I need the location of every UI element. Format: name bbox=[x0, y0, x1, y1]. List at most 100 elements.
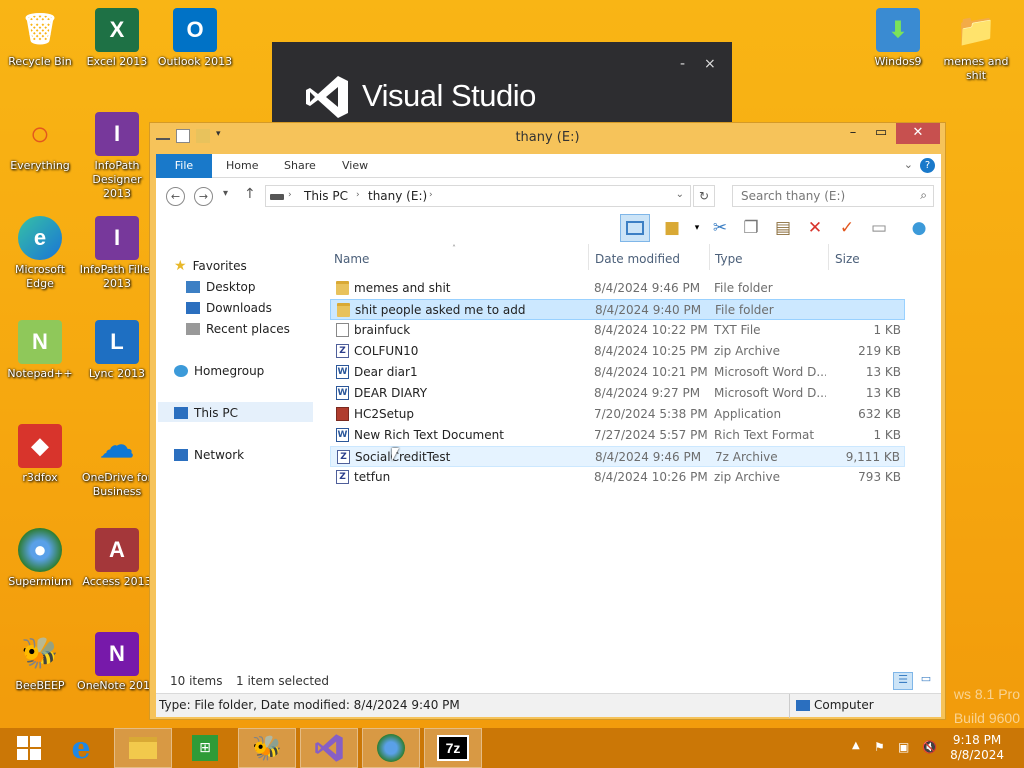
address-box[interactable]: › This PC › thany (E:) › ⌄ bbox=[265, 185, 691, 207]
desktop-icon-excel[interactable]: X Excel 2013 bbox=[77, 8, 157, 69]
breadcrumb-chevron-icon[interactable]: › bbox=[356, 190, 360, 200]
large-icons-view-icon[interactable]: ▭ bbox=[917, 672, 935, 690]
cut-icon[interactable]: ✂ bbox=[709, 217, 731, 239]
desktop-icon-r3dfox[interactable]: ◆ r3dfox bbox=[0, 424, 80, 485]
taskbar-file-explorer[interactable] bbox=[114, 728, 172, 768]
desktop-icon-onenote[interactable]: N OneNote 2013 bbox=[77, 632, 157, 693]
taskbar-visual-studio[interactable] bbox=[300, 728, 358, 768]
minimize-button[interactable]: – bbox=[839, 123, 867, 144]
desktop-icon-infopath-designer[interactable]: I InfoPath Designer 2013 bbox=[77, 112, 157, 201]
column-header-name[interactable]: Name bbox=[334, 252, 369, 266]
delete-icon[interactable]: ✕ bbox=[804, 217, 826, 239]
tab-share[interactable]: Share bbox=[270, 154, 330, 178]
column-header-date[interactable]: Date modified bbox=[595, 252, 680, 266]
recent-locations-chevron-icon[interactable]: ▾ bbox=[223, 188, 228, 199]
file-row[interactable]: Z tetfun 8/4/2024 10:26 PM zip Archive 7… bbox=[330, 467, 905, 488]
file-row-selected[interactable]: shit people asked me to add 8/4/2024 9:4… bbox=[330, 299, 905, 320]
close-button[interactable]: ✕ bbox=[896, 123, 940, 144]
search-input[interactable]: Search thany (E:) ⌕ bbox=[732, 185, 934, 207]
column-divider[interactable] bbox=[709, 244, 710, 270]
refresh-button[interactable]: ↻ bbox=[693, 185, 715, 207]
preview-pane-icon[interactable] bbox=[620, 214, 650, 242]
expand-ribbon-icon[interactable]: ⌄ bbox=[904, 158, 913, 171]
details-view-icon[interactable]: ☰ bbox=[893, 672, 913, 690]
taskbar-internet-explorer[interactable]: e bbox=[52, 728, 110, 768]
nav-item-recent-places[interactable]: Recent places bbox=[186, 320, 290, 338]
column-divider[interactable] bbox=[588, 244, 589, 270]
desktop-icon-supermium[interactable]: ● Supermium bbox=[0, 528, 80, 589]
homegroup-icon bbox=[174, 365, 188, 377]
network-globe-icon[interactable]: ● bbox=[908, 217, 930, 239]
file-row[interactable]: W DEAR DIARY 8/4/2024 9:27 PM Microsoft … bbox=[330, 383, 905, 404]
column-header-size[interactable]: Size bbox=[835, 252, 860, 266]
desktop-icon-lync[interactable]: L Lync 2013 bbox=[77, 320, 157, 381]
windows-watermark-build: Build 9600 bbox=[953, 710, 1020, 726]
nav-item-this-pc[interactable]: This PC bbox=[174, 404, 238, 422]
clock[interactable]: 9:18 PM 8/8/2024 bbox=[950, 733, 1004, 763]
tab-home[interactable]: Home bbox=[212, 154, 272, 178]
desktop-icon-access[interactable]: A Access 2013 bbox=[77, 528, 157, 589]
file-row[interactable]: W Dear diar1 8/4/2024 10:21 PM Microsoft… bbox=[330, 362, 905, 383]
tab-file[interactable]: File bbox=[156, 154, 212, 178]
taskbar-beebeep[interactable]: 🐝 bbox=[238, 728, 296, 768]
desktop-icon-infopath-filler[interactable]: I InfoPath Filler 2013 bbox=[77, 216, 157, 291]
desktop-icon-onedrive[interactable]: ☁ OneDrive for Business bbox=[77, 424, 157, 499]
desktop-icon-windos9[interactable]: ⬇ Windos9 bbox=[858, 8, 938, 69]
nav-item-downloads[interactable]: Downloads bbox=[186, 299, 272, 317]
help-icon[interactable]: ? bbox=[920, 158, 935, 173]
column-header-type[interactable]: Type bbox=[715, 252, 743, 266]
back-button[interactable]: ← bbox=[166, 187, 185, 206]
desktop-icon-edge[interactable]: e Microsoft Edge bbox=[0, 216, 80, 291]
up-arrow-icon[interactable]: ↑ bbox=[244, 186, 256, 202]
desktop-icon-outlook[interactable]: O Outlook 2013 bbox=[155, 8, 235, 69]
breadcrumb-chevron-icon[interactable]: › bbox=[429, 190, 433, 200]
tab-view[interactable]: View bbox=[328, 154, 382, 178]
file-row[interactable]: memes and shit 8/4/2024 9:46 PM File fol… bbox=[330, 278, 905, 299]
item-count: 10 items bbox=[170, 674, 223, 688]
maximize-button[interactable]: ▭ bbox=[867, 123, 895, 144]
nav-item-desktop[interactable]: Desktop bbox=[186, 278, 256, 296]
nav-item-favorites[interactable]: ★ Favorites bbox=[174, 257, 247, 275]
folder-properties-icon[interactable]: ■ bbox=[661, 217, 683, 239]
start-button[interactable] bbox=[0, 728, 58, 768]
title-bar[interactable]: ▾ thany (E:) – ▭ ✕ bbox=[150, 123, 945, 153]
file-size: 1 KB bbox=[873, 428, 901, 442]
file-row[interactable]: Z COLFUN10 8/4/2024 10:25 PM zip Archive… bbox=[330, 341, 905, 362]
file-row[interactable]: brainfuck 8/4/2024 10:22 PM TXT File 1 K… bbox=[330, 320, 905, 341]
desktop-icon-recycle-bin[interactable]: 🗑 Recycle Bin bbox=[0, 8, 80, 69]
network-status-icon[interactable]: ▣ bbox=[898, 740, 909, 754]
paste-icon[interactable]: ▤ bbox=[772, 217, 794, 239]
desktop-icon-notepadpp[interactable]: N Notepad++ bbox=[0, 320, 80, 381]
breadcrumb-chevron-icon[interactable]: › bbox=[288, 190, 292, 200]
column-divider[interactable] bbox=[828, 244, 829, 270]
excel-icon: X bbox=[95, 8, 139, 52]
nav-item-network[interactable]: Network bbox=[174, 446, 244, 464]
action-center-flag-icon[interactable]: ⚑ bbox=[874, 740, 885, 754]
desktop-icon-label: Supermium bbox=[8, 575, 72, 588]
rename-icon[interactable]: ✓ bbox=[836, 217, 858, 239]
breadcrumb-this-pc[interactable]: This PC bbox=[304, 189, 348, 203]
search-icon[interactable]: ⌕ bbox=[920, 188, 927, 203]
new-item-icon[interactable]: ▭ bbox=[868, 217, 890, 239]
nav-item-homegroup[interactable]: Homegroup bbox=[174, 362, 264, 380]
volume-muted-icon[interactable]: 🔇 bbox=[922, 740, 937, 754]
chevron-down-icon[interactable]: ▾ bbox=[686, 217, 708, 239]
file-row-hover[interactable]: Z SocialCreditTest 8/4/2024 9:46 PM 7z A… bbox=[330, 446, 905, 467]
taskbar-store[interactable]: ⊞ bbox=[176, 728, 234, 768]
splash-minimize-button[interactable]: - bbox=[680, 56, 685, 72]
desktop-icon-label: Notepad++ bbox=[7, 367, 73, 380]
taskbar-supermium[interactable] bbox=[362, 728, 420, 768]
file-row[interactable]: HC2Setup 7/20/2024 5:38 PM Application 6… bbox=[330, 404, 905, 425]
selection-count: 1 item selected bbox=[236, 674, 330, 688]
desktop-icon-memes-folder[interactable]: 📁 memes and shit bbox=[936, 8, 1016, 83]
copy-icon[interactable]: ❐ bbox=[740, 217, 762, 239]
desktop-icon-everything[interactable]: ○ Everything bbox=[0, 112, 80, 173]
taskbar-7zip[interactable]: 7z bbox=[424, 728, 482, 768]
show-hidden-icons-chevron-icon[interactable]: ▲ bbox=[852, 740, 860, 751]
desktop-icon-beebeep[interactable]: 🐝 BeeBEEP bbox=[0, 632, 80, 693]
splash-close-button[interactable]: × bbox=[704, 56, 716, 72]
file-row[interactable]: W New Rich Text Document 7/27/2024 5:57 … bbox=[330, 425, 905, 446]
address-dropdown-icon[interactable]: ⌄ bbox=[676, 189, 684, 200]
forward-button[interactable]: → bbox=[194, 187, 213, 206]
breadcrumb-drive[interactable]: thany (E:) bbox=[368, 189, 427, 203]
